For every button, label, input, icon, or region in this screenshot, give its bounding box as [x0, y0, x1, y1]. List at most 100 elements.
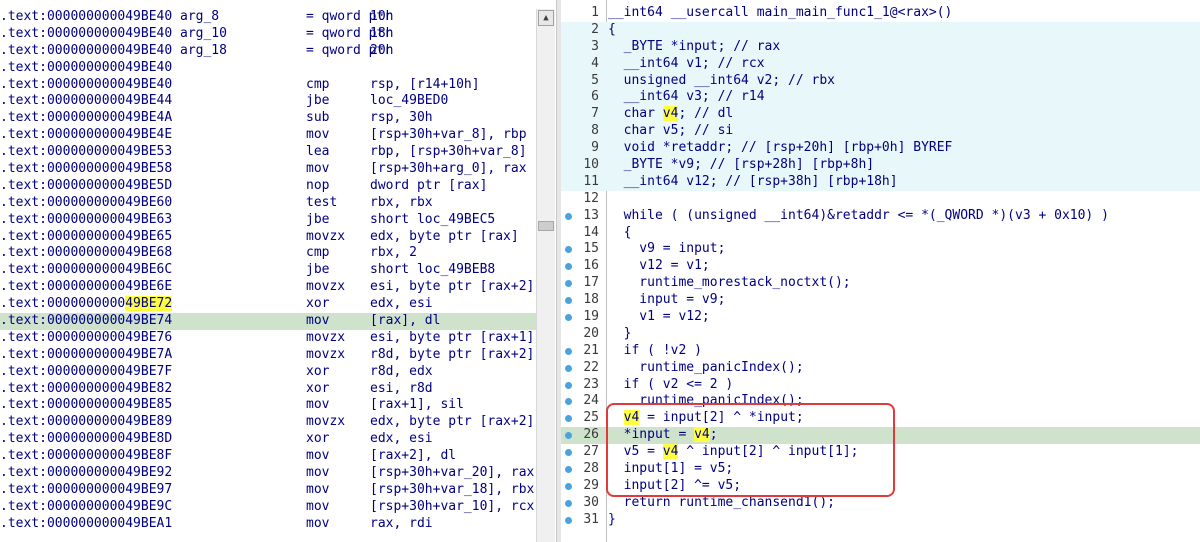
- code-text[interactable]: char v5; // si: [608, 123, 734, 140]
- disassembly-row[interactable]: .text:000000000049BE40 cmp rsp, [r14+10h]: [0, 77, 536, 94]
- pseudocode-line[interactable]: 3 _BYTE *input; // rax: [561, 38, 1200, 56]
- code-text[interactable]: runtime_panicIndex();: [608, 360, 803, 377]
- disassembly-row[interactable]: .text:000000000049BE40 arg_8 = qword ptr 10…: [0, 9, 536, 26]
- address[interactable]: .text:000000000049BE92: [0, 465, 172, 482]
- code-text[interactable]: unsigned __int64 v2; // rbx: [608, 73, 835, 90]
- disassembly-row[interactable]: .text:000000000049BE6C jbe short loc_49BEB…: [0, 262, 536, 279]
- scroll-thumb[interactable]: [538, 221, 554, 231]
- pseudocode-line[interactable]: 24 runtime_panicIndex();: [561, 393, 1200, 410]
- address[interactable]: .text:000000000049BE6E: [0, 279, 172, 296]
- address[interactable]: .text:000000000049BE40: [0, 60, 172, 77]
- pseudocode-line[interactable]: 6 __int64 v3; // r14: [561, 89, 1200, 107]
- address[interactable]: .text:000000000049BE9C: [0, 499, 172, 516]
- pseudocode-line[interactable]: 29 input[2] ^= v5;: [561, 478, 1200, 495]
- code-text[interactable]: __int64 v12; // [rsp+38h] [rbp+18h]: [608, 174, 898, 191]
- address[interactable]: .text:000000000049BE40: [0, 9, 172, 26]
- code-text[interactable]: input = v9;: [608, 292, 725, 309]
- pseudocode-line[interactable]: 4 __int64 v1; // rcx: [561, 55, 1200, 73]
- disassembly-row[interactable]: .text:000000000049BE7A movzx r8d, byte ptr…: [0, 347, 536, 364]
- code-text[interactable]: runtime_panicIndex();: [608, 393, 803, 410]
- address[interactable]: .text:000000000049BE72: [0, 296, 173, 313]
- disassembly-row[interactable]: .text:000000000049BE72 xor edx, esi: [0, 296, 536, 313]
- code-text[interactable]: v4 = input[2] ^ *input;: [608, 410, 804, 427]
- address[interactable]: .text:000000000049BE8F: [0, 448, 172, 465]
- pseudocode-line[interactable]: 12: [561, 191, 1200, 208]
- pseudocode-line[interactable]: 21 if ( !v2 ): [561, 343, 1200, 360]
- address[interactable]: .text:000000000049BE40: [0, 43, 172, 60]
- disassembly-scrollbar[interactable]: ▲: [536, 9, 555, 542]
- address[interactable]: .text:000000000049BE76: [0, 330, 172, 347]
- pseudocode-line[interactable]: 30 return runtime_chansend1();: [561, 495, 1200, 512]
- address[interactable]: .text:000000000049BE65: [0, 229, 172, 246]
- disassembly-row[interactable]: .text:000000000049BE97 mov [rsp+30h+var_18…: [0, 482, 536, 499]
- code-text[interactable]: while ( (unsigned __int64)&retaddr <= *(…: [608, 208, 1109, 225]
- address[interactable]: .text:000000000049BE5D: [0, 178, 172, 195]
- address[interactable]: .text:000000000049BE4A: [0, 110, 172, 127]
- disassembly-row[interactable]: .text:000000000049BE82 xor esi, r8d: [0, 381, 536, 398]
- pseudocode-line[interactable]: 16 v12 = v1;: [561, 258, 1200, 275]
- address[interactable]: .text:000000000049BE60: [0, 195, 172, 212]
- pseudocode-line[interactable]: 14 {: [561, 225, 1200, 242]
- disassembly-row[interactable]: .text:000000000049BE85 mov [rax+1], sil: [0, 397, 536, 414]
- address[interactable]: .text:000000000049BE4E: [0, 127, 172, 144]
- disassembly-row[interactable]: .text:000000000049BE5D nop dword ptr [rax]: [0, 178, 536, 195]
- code-text[interactable]: __int64 v1; // rcx: [608, 56, 765, 73]
- disassembly-row[interactable]: .text:000000000049BE7F xor r8d, edx: [0, 364, 536, 381]
- code-text[interactable]: _BYTE *v9; // [rsp+28h] [rbp+8h]: [608, 157, 874, 174]
- pseudocode-line[interactable]: 31}: [561, 512, 1200, 529]
- address[interactable]: .text:000000000049BE53: [0, 144, 172, 161]
- disassembly-row[interactable]: .text:000000000049BE63 jbe short loc_49BEC…: [0, 212, 536, 229]
- code-text[interactable]: input[2] ^= v5;: [608, 478, 741, 495]
- disassembly-row[interactable]: .text:000000000049BE58 mov [rsp+30h+arg_0]…: [0, 161, 536, 178]
- disassembly-row[interactable]: .text:000000000049BE68 cmp rbx, 2: [0, 245, 536, 262]
- address[interactable]: .text:000000000049BE8D: [0, 431, 172, 448]
- pseudocode-line[interactable]: 8 char v5; // si: [561, 123, 1200, 141]
- pseudocode-line[interactable]: 25 v4 = input[2] ^ *input;: [561, 410, 1200, 427]
- pseudocode-line[interactable]: 18 input = v9;: [561, 292, 1200, 309]
- disassembly-row[interactable]: .text:000000000049BEA1 mov rax, rdi: [0, 516, 536, 533]
- address[interactable]: .text:000000000049BE7F: [0, 364, 172, 381]
- code-text[interactable]: {: [608, 225, 632, 242]
- code-text[interactable]: v5 = v4 ^ input[2] ^ input[1];: [608, 444, 858, 461]
- address[interactable]: .text:000000000049BE7A: [0, 347, 172, 364]
- code-text[interactable]: v1 = v12;: [608, 309, 709, 326]
- pseudocode-line[interactable]: 20 }: [561, 326, 1200, 343]
- address[interactable]: .text:000000000049BE63: [0, 212, 172, 229]
- disassembly-row[interactable]: .text:000000000049BE9C mov [rsp+30h+var_10…: [0, 499, 536, 516]
- scroll-up-arrow-icon[interactable]: ▲: [538, 10, 554, 26]
- address[interactable]: .text:000000000049BE97: [0, 482, 172, 499]
- code-text[interactable]: __int64 __usercall main_main_func1_1@<ra…: [608, 5, 952, 22]
- disassembly-row[interactable]: .text:000000000049BE40 arg_18 = qword ptr 2…: [0, 43, 536, 60]
- pseudocode-line[interactable]: 5 unsigned __int64 v2; // rbx: [561, 72, 1200, 90]
- address[interactable]: .text:000000000049BE82: [0, 381, 172, 398]
- code-text[interactable]: __int64 v3; // r14: [608, 89, 765, 106]
- pseudocode-line[interactable]: 23 if ( v2 <= 2 ): [561, 377, 1200, 394]
- disassembly-row[interactable]: .text:000000000049BE65 movzx edx, byte ptr…: [0, 229, 536, 246]
- pseudocode-line[interactable]: 28 input[1] = v5;: [561, 461, 1200, 478]
- address[interactable]: .text:000000000049BE68: [0, 245, 172, 262]
- pseudocode-line[interactable]: 10 _BYTE *v9; // [rsp+28h] [rbp+8h]: [561, 157, 1200, 174]
- code-text[interactable]: }: [608, 512, 616, 529]
- code-text[interactable]: _BYTE *input; // rax: [608, 39, 781, 56]
- code-text[interactable]: void *retaddr; // [rsp+20h] [rbp+0h] BYR…: [608, 140, 953, 157]
- disassembly-row[interactable]: .text:000000000049BE6E movzx esi, byte ptr…: [0, 279, 536, 296]
- pseudocode-line[interactable]: 1 __int64 __usercall main_main_func1_1@<r…: [561, 5, 1200, 22]
- disassembly-row[interactable]: .text:000000000049BE74 mov [rax], dl: [0, 313, 536, 330]
- disassembly-view[interactable]: .text:000000000049BE40 arg_8 = qword ptr 10…: [0, 0, 556, 542]
- address[interactable]: .text:000000000049BE44: [0, 93, 172, 110]
- address[interactable]: .text:000000000049BE58: [0, 161, 172, 178]
- address[interactable]: .text:000000000049BE89: [0, 414, 172, 431]
- pseudocode-line[interactable]: 7 char v4; // dl: [561, 106, 1200, 124]
- address[interactable]: .text:000000000049BE40: [0, 77, 172, 94]
- address[interactable]: .text:000000000049BE40: [0, 26, 172, 43]
- disassembly-row[interactable]: .text:000000000049BE60 test rbx, rbx: [0, 195, 536, 212]
- code-text[interactable]: v12 = v1;: [608, 258, 709, 275]
- code-text[interactable]: if ( v2 <= 2 ): [608, 377, 734, 394]
- disassembly-row[interactable]: .text:000000000049BE40: [0, 60, 536, 77]
- disassembly-row[interactable]: .text:000000000049BE8D xor edx, esi: [0, 431, 536, 448]
- code-text[interactable]: *input = v4;: [608, 427, 718, 444]
- disassembly-row[interactable]: .text:000000000049BE92 mov [rsp+30h+var_20…: [0, 465, 536, 482]
- disassembly-row[interactable]: .text:000000000049BE4E mov [rsp+30h+var_8]…: [0, 127, 536, 144]
- pseudocode-line[interactable]: 27 v5 = v4 ^ input[2] ^ input[1];: [561, 444, 1200, 461]
- disassembly-row[interactable]: .text:000000000049BE4A sub rsp, 30h: [0, 110, 536, 127]
